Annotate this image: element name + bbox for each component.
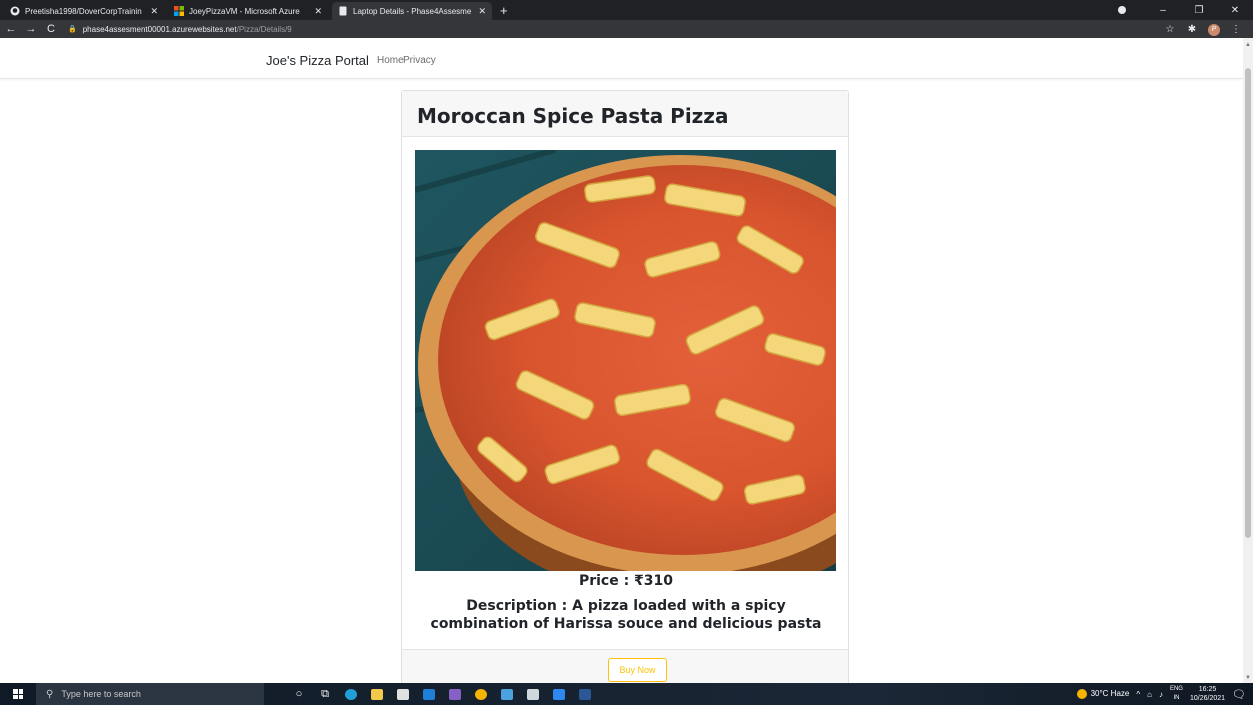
chrome-icon[interactable] [468, 683, 494, 705]
avatar: P [1208, 23, 1220, 36]
browser-tab-strip: Preetisha1998/DoverCorpTrainin ✕ JoeyPiz… [0, 0, 1253, 20]
url-host: phase4assesment00001.azurewebsites.net [82, 24, 237, 34]
clock-time: 16:25 [1198, 686, 1217, 693]
new-tab-button[interactable]: + [500, 2, 508, 20]
lock-icon[interactable]: 🔒 [68, 25, 77, 33]
search-placeholder: Type here to search [61, 689, 141, 699]
pizza-description: Description : A pizza loaded with a spic… [430, 598, 822, 632]
windows-taskbar: ⚲ Type here to search ○ ⧉ 30°C Haze ^ ⌂ … [0, 683, 1253, 705]
terminal-icon[interactable] [520, 683, 546, 705]
github-icon [10, 6, 20, 16]
browser-tab-active[interactable]: Laptop Details - Phase4Assesme ✕ [332, 2, 492, 20]
nav-home-link[interactable]: Home [377, 55, 404, 66]
cortana-icon[interactable]: ○ [286, 683, 312, 705]
url-path: /Pizza/Details/9 [236, 24, 292, 34]
toolbar-actions: ☆ ✱ P ⋮ [1159, 23, 1247, 36]
mail-icon[interactable] [416, 683, 442, 705]
weather-text: 30°C Haze [1090, 689, 1130, 699]
tab-title: Laptop Details - Phase4Assesme [353, 6, 472, 16]
edge-icon[interactable] [338, 683, 364, 705]
page-scrollbar[interactable]: ▲ ▼ [1243, 38, 1253, 683]
pizza-price: Price : ₹310 [578, 573, 674, 589]
menu-icon[interactable]: ⋮ [1225, 24, 1247, 35]
taskbar-apps: ○ ⧉ [286, 683, 598, 705]
reload-icon[interactable]: C [42, 23, 60, 35]
chrome-media-icon[interactable] [1118, 6, 1126, 14]
scroll-down-icon[interactable]: ▼ [1245, 675, 1251, 681]
page-icon [339, 6, 347, 16]
pizza-card: Moroccan Spice Pasta Pizza Price: ₹310 … [401, 90, 849, 683]
start-button[interactable] [0, 683, 36, 705]
search-icon: ⚲ [46, 688, 54, 700]
close-window-icon[interactable]: ✕ [1217, 5, 1253, 16]
card-header: Moroccan Spice Pasta Pizza [402, 91, 848, 137]
star-icon[interactable]: ☆ [1159, 24, 1181, 35]
notification-icon[interactable]: 🗨 [1232, 688, 1246, 701]
volume-icon[interactable]: ♪ [1159, 690, 1163, 699]
language-indicator[interactable]: ENG IN [1170, 685, 1183, 703]
nav-privacy-link[interactable]: Privacy [403, 55, 436, 66]
network-icon[interactable]: ⌂ [1147, 690, 1152, 699]
windows-icon [13, 689, 23, 699]
close-icon[interactable]: ✕ [150, 6, 158, 17]
forward-icon[interactable]: → [22, 23, 40, 35]
system-tray: 30°C Haze ^ ⌂ ♪ ENG IN 16:25 10/26/2021 … [1076, 683, 1253, 705]
clock-date: 10/26/2021 [1189, 695, 1226, 702]
window-controls: – ❐ ✕ [1145, 0, 1253, 20]
visual-studio-icon[interactable] [442, 683, 468, 705]
lang-top: ENG [1169, 686, 1183, 692]
clock[interactable]: 16:25 10/26/2021 [1190, 685, 1225, 703]
pizza-title: Moroccan Spice Pasta Pizza [417, 104, 729, 128]
pizza-image [415, 150, 836, 571]
microsoft-icon [174, 6, 184, 16]
store-icon[interactable] [390, 683, 416, 705]
taskbar-search[interactable]: ⚲ Type here to search [36, 683, 264, 705]
app-icon[interactable] [494, 683, 520, 705]
close-icon[interactable]: ✕ [314, 6, 322, 17]
profile-avatar[interactable]: P [1203, 23, 1225, 36]
task-view-icon[interactable]: ⧉ [312, 683, 338, 705]
word-icon[interactable] [572, 683, 598, 705]
extensions-icon[interactable]: ✱ [1181, 24, 1203, 35]
scroll-up-icon[interactable]: ▲ [1245, 42, 1251, 48]
remote-desktop-icon[interactable] [546, 683, 572, 705]
tab-title: Preetisha1998/DoverCorpTrainin [25, 6, 142, 16]
scroll-thumb[interactable] [1245, 68, 1251, 538]
tab-title: JoeyPizzaVM - Microsoft Azure [189, 6, 300, 16]
restore-icon[interactable]: ❐ [1181, 5, 1217, 16]
weather-widget[interactable]: 30°C Haze [1076, 689, 1130, 699]
buy-now-button[interactable]: Buy Now [608, 658, 667, 682]
site-brand[interactable]: Joe's Pizza Portal [266, 53, 369, 68]
address-bar[interactable]: 🔒 phase4assesment00001.azurewebsites.net… [68, 22, 1159, 36]
browser-tab-github[interactable]: Preetisha1998/DoverCorpTrainin ✕ [4, 2, 164, 20]
card-footer: Buy Now [402, 649, 848, 683]
weather-sun-icon [1076, 689, 1087, 699]
file-explorer-icon[interactable] [364, 683, 390, 705]
close-icon[interactable]: ✕ [478, 6, 486, 17]
browser-tab-azure[interactable]: JoeyPizzaVM - Microsoft Azure ✕ [168, 2, 328, 20]
back-icon[interactable]: ← [2, 23, 20, 35]
browser-toolbar: ← → C 🔒 phase4assesment00001.azurewebsit… [0, 20, 1253, 38]
site-navbar: Joe's Pizza Portal Home Privacy [0, 38, 1243, 79]
chevron-up-icon[interactable]: ^ [1136, 690, 1140, 699]
page-viewport: Joe's Pizza Portal Home Privacy Moroccan… [0, 38, 1243, 683]
lang-bottom: IN [1173, 695, 1180, 701]
minimize-icon[interactable]: – [1145, 5, 1181, 16]
